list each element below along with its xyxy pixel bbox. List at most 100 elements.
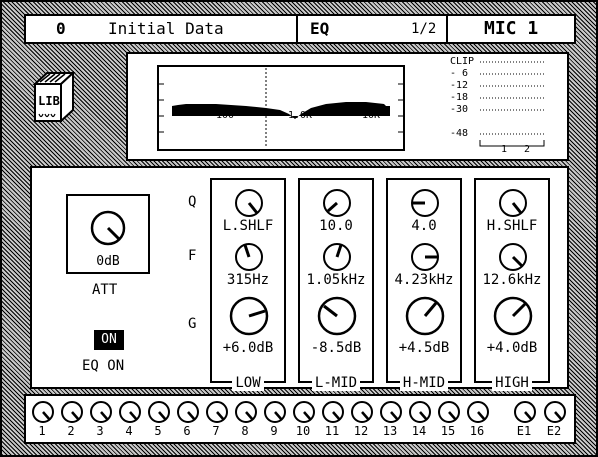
- freq-label-100: 100: [216, 110, 235, 121]
- att-value: 0dB: [96, 254, 120, 269]
- gain-knob[interactable]: [402, 294, 448, 338]
- freq-value: 4.23kHz: [394, 272, 454, 288]
- channel-knob-strip: 1 2 3 4 5 6 7 8 9 10 11 12 13 14 15 16 E1 E2: [24, 394, 576, 444]
- knob-icon: [235, 401, 257, 423]
- channel-number: 16: [469, 424, 485, 438]
- q-value: L.SHLF: [222, 218, 274, 234]
- header-divider: [446, 16, 448, 42]
- knob-icon: [177, 401, 199, 423]
- meter-channel-1: 1: [501, 144, 508, 155]
- gain-knob[interactable]: [314, 294, 360, 338]
- knob-icon: [409, 401, 431, 423]
- f-row-label: F: [188, 248, 197, 264]
- knob-icon: [322, 401, 344, 423]
- freq-value: 12.6kHz: [482, 272, 542, 288]
- knob-icon: [61, 401, 83, 423]
- freq-value: 315Hz: [226, 272, 270, 288]
- scene-number: 0: [56, 19, 66, 38]
- q-value: H.SHLF: [486, 218, 538, 234]
- q-value: 10.0: [319, 218, 353, 234]
- meter-label: -12: [450, 80, 469, 91]
- channel-number: 14: [411, 424, 427, 438]
- meter-channel-2: 2: [524, 144, 531, 155]
- freq-knob[interactable]: [408, 240, 442, 274]
- channel-number: 6: [183, 424, 191, 438]
- meter-label: CLIP: [450, 56, 475, 67]
- channel-number: 13: [382, 424, 398, 438]
- band-l-mid: 10.0 1.05kHz -8.5dB L-MID: [298, 178, 374, 391]
- q-row-label: Q: [188, 194, 197, 210]
- meter-label: -18: [450, 92, 469, 103]
- band-low: L.SHLF 315Hz +6.0dB LOW: [210, 178, 286, 391]
- header-bar: 0 Initial Data EQ 1/2 MIC 1: [24, 14, 576, 44]
- gain-value: -8.5dB: [310, 340, 362, 356]
- q-value: 4.0: [411, 218, 437, 234]
- channel-number: 1: [38, 424, 46, 438]
- meter-label: -48: [450, 128, 469, 139]
- band-h-mid: 4.0 4.23kHz +4.5dB H-MID: [386, 178, 462, 391]
- q-knob[interactable]: [408, 186, 442, 220]
- page-index[interactable]: 1/2: [411, 16, 436, 42]
- eq-on-label: EQ ON: [82, 358, 125, 374]
- knob-icon: [206, 401, 228, 423]
- att-label: ATT: [92, 282, 118, 298]
- eq-response-graph: [157, 65, 405, 151]
- knob-icon: [293, 401, 315, 423]
- eq-on-button[interactable]: ON: [94, 330, 124, 350]
- eq-graph-panel: 100 1.0K 10K CLIP - 6 -12 -18 -30 -48 1 …: [126, 52, 569, 161]
- knob-icon: [351, 401, 373, 423]
- channel-number: 8: [241, 424, 249, 438]
- channel-number: 11: [324, 424, 340, 438]
- scene-name: Initial Data: [108, 19, 224, 38]
- channel-number: 2: [67, 424, 75, 438]
- channel-number: 12: [353, 424, 369, 438]
- band-name: L-MID: [311, 375, 361, 391]
- knob-icon: [380, 401, 402, 423]
- gain-value: +6.0dB: [222, 340, 274, 356]
- channel-number: 10: [295, 424, 311, 438]
- meter-label: - 6: [450, 68, 469, 79]
- channel-number: 5: [154, 424, 162, 438]
- att-knob[interactable]: [86, 208, 130, 248]
- knob-icon: [32, 401, 54, 423]
- band-high: H.SHLF 12.6kHz +4.0dB HIGH: [474, 178, 550, 391]
- header-divider: [296, 16, 298, 42]
- freq-label-10k: 10K: [362, 110, 381, 121]
- band-name: LOW: [232, 375, 264, 391]
- knob-icon: [467, 401, 489, 423]
- channel-number: 3: [96, 424, 104, 438]
- channel-number: E2: [546, 424, 562, 438]
- gain-knob[interactable]: [490, 294, 536, 338]
- knob-icon: [119, 401, 141, 423]
- q-knob[interactable]: [232, 186, 266, 220]
- freq-knob[interactable]: [496, 240, 530, 274]
- freq-knob[interactable]: [232, 240, 266, 274]
- eq-edit-panel: 0dB ATT ON EQ ON Q F G L.SHLF 315Hz +6.0…: [30, 166, 569, 391]
- channel-number: 9: [270, 424, 278, 438]
- gain-value: +4.0dB: [486, 340, 538, 356]
- gain-value: +4.5dB: [398, 340, 450, 356]
- gain-knob[interactable]: [226, 294, 272, 338]
- meter-bars: [479, 61, 545, 147]
- freq-knob[interactable]: [320, 240, 354, 274]
- channel-number: 7: [212, 424, 220, 438]
- knob-icon: [514, 401, 536, 423]
- channel-number: 15: [440, 424, 456, 438]
- band-name: HIGH: [492, 375, 532, 391]
- knob-icon: [90, 401, 112, 423]
- g-row-label: G: [188, 316, 197, 332]
- freq-value: 1.05kHz: [306, 272, 366, 288]
- channel-name: MIC 1: [484, 18, 539, 39]
- knob-icon: [264, 401, 286, 423]
- channel-number: 4: [125, 424, 133, 438]
- meter-label: -30: [450, 104, 469, 115]
- knob-icon: [148, 401, 170, 423]
- q-knob[interactable]: [320, 186, 354, 220]
- knob-icon: [544, 401, 566, 423]
- freq-label-1k: 1.0K: [288, 110, 313, 121]
- att-box: 0dB: [66, 194, 150, 274]
- q-knob[interactable]: [496, 186, 530, 220]
- band-name: H-MID: [399, 375, 449, 391]
- knob-icon: [438, 401, 460, 423]
- library-button[interactable]: LIB: [31, 70, 77, 124]
